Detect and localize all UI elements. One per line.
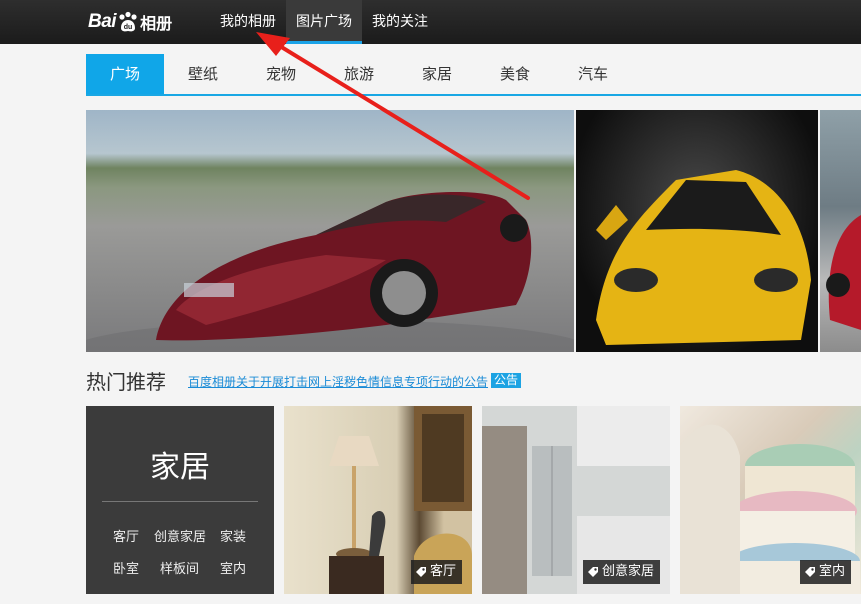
home-link-interior[interactable]: 室内 [220, 558, 246, 577]
home-link-decoration[interactable]: 家装 [220, 526, 246, 545]
yellow-car-illustration [596, 170, 811, 345]
partial-car-illustration [826, 215, 861, 330]
tag-icon [587, 567, 598, 577]
tab-pets[interactable]: 宠物 [242, 54, 320, 94]
divider [102, 501, 258, 502]
banner-yellow-sports-car[interactable] [576, 110, 818, 352]
photo-tile-interior[interactable]: 室内 [680, 406, 861, 594]
logo-text: Bai [88, 11, 117, 32]
hot-recommendations-title: 热门推荐 [86, 370, 166, 394]
home-link-creative-home[interactable]: 创意家居 [154, 526, 206, 545]
photo-tag-living-room[interactable]: 客厅 [410, 560, 462, 584]
nav-my-album[interactable]: 我的相册 [212, 0, 284, 44]
nav-my-follow[interactable]: 我的关注 [364, 0, 436, 44]
banner-red-sports-car[interactable] [86, 110, 574, 352]
tab-travel[interactable]: 旅游 [320, 54, 398, 94]
banner-partial-car[interactable] [820, 110, 861, 352]
svg-text:du: du [124, 24, 133, 31]
photo-tag-creative-home[interactable]: 创意家居 [582, 560, 660, 584]
top-navigation-bar: Bai du 相册 我的相册 图片广场 我的关注 [0, 0, 861, 44]
photo-tag-label: 客厅 [429, 564, 456, 579]
tag-icon [415, 567, 426, 577]
tab-plaza[interactable]: 广场 [86, 54, 164, 94]
nav-photo-plaza[interactable]: 图片广场 [286, 0, 362, 44]
home-link-showroom[interactable]: 样板间 [160, 558, 199, 577]
notice-badge: 公告 [491, 373, 522, 388]
notice-link[interactable]: 百度相册关于开展打击网上淫秽色情信息专项行动的公告 [188, 373, 488, 390]
tab-cars[interactable]: 汽车 [554, 54, 632, 94]
paw-icon: du [119, 11, 137, 32]
tag-icon [804, 567, 815, 577]
tab-home[interactable]: 家居 [398, 54, 476, 94]
home-category-title: 家居 [150, 450, 210, 485]
photo-tag-label: 室内 [818, 564, 845, 579]
home-link-bedroom[interactable]: 卧室 [113, 558, 139, 577]
logo-suffix: 相册 [140, 14, 173, 33]
category-tabs: 广场 壁纸 宠物 旅游 家居 美食 汽车 [86, 54, 861, 96]
photo-tile-creative-home[interactable]: 创意家居 [482, 406, 670, 594]
home-category-tile[interactable]: 家居 客厅 创意家居 家装 卧室 样板间 室内 [86, 406, 274, 594]
photo-tag-interior[interactable]: 室内 [799, 560, 851, 584]
photo-tile-living-room[interactable]: 客厅 [284, 406, 472, 594]
red-car-illustration [86, 191, 574, 352]
baidu-album-logo[interactable]: Bai du 相册 [88, 8, 172, 36]
tab-food[interactable]: 美食 [476, 54, 554, 94]
home-link-living-room[interactable]: 客厅 [113, 526, 139, 545]
photo-tag-label: 创意家居 [601, 564, 654, 579]
tab-wallpaper[interactable]: 壁纸 [164, 54, 242, 94]
